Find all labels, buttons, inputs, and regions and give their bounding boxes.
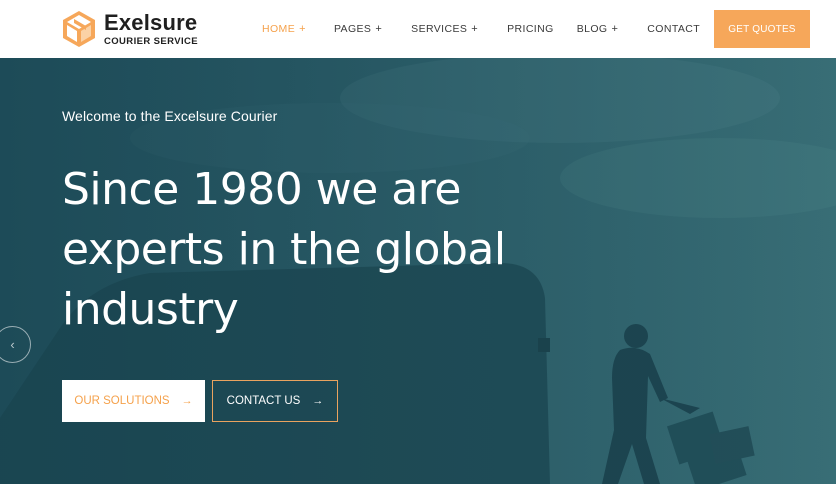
nav-label-services: SERVICES: [411, 23, 468, 35]
contact-us-button[interactable]: CONTACT US →: [212, 380, 338, 422]
our-solutions-button[interactable]: OUR SOLUTIONS →: [62, 380, 205, 422]
arrow-right-icon: →: [312, 395, 324, 407]
nav-label-contact: CONTACT: [647, 23, 701, 35]
plus-icon: +: [299, 23, 306, 35]
nav-item-home[interactable]: HOME +: [262, 23, 306, 35]
our-solutions-label: OUR SOLUTIONS: [74, 395, 170, 407]
nav-label-pages: PAGES: [333, 23, 372, 35]
hero-headline: Since 1980 we are experts in the global …: [62, 160, 522, 340]
brand-logo[interactable]: Exelsure COURIER SERVICE: [62, 10, 198, 48]
brand-tagline: COURIER SERVICE: [104, 35, 198, 47]
hero-headline-line: experts in the global: [62, 224, 506, 275]
nav-item-blog[interactable]: BLOG +: [577, 23, 619, 35]
hero-headline-line: industry: [62, 284, 239, 335]
nav-item-pages[interactable]: PAGES +: [334, 23, 382, 35]
get-quotes-button[interactable]: GET QUOTES: [714, 10, 810, 48]
nav-item-pricing[interactable]: PRICING: [507, 23, 554, 35]
plus-icon: +: [375, 23, 383, 35]
nav-label-home: HOME: [262, 23, 296, 35]
nav-item-contact[interactable]: CONTACT: [647, 23, 700, 35]
site-header: Exelsure COURIER SERVICE HOME + PAGES + …: [0, 0, 836, 58]
main-nav: HOME + PAGES + SERVICES + PRICING BLOG +…: [262, 0, 700, 58]
hero-headline-line: Since 1980 we are: [62, 164, 461, 215]
plus-icon: +: [471, 23, 479, 35]
contact-us-label: CONTACT US: [226, 395, 301, 407]
nav-item-services[interactable]: SERVICES +: [411, 23, 478, 35]
hero-banner: Welcome to the Excelsure Courier Since 1…: [0, 58, 836, 484]
nav-label-blog: BLOG: [576, 23, 608, 35]
plus-icon: +: [611, 23, 619, 35]
arrow-right-icon: →: [181, 395, 193, 407]
box-logo-icon: [63, 11, 95, 47]
hero-welcome-text: Welcome to the Excelsure Courier: [62, 108, 278, 124]
brand-name: Exelsure: [104, 9, 198, 35]
nav-label-pricing: PRICING: [507, 23, 554, 35]
chevron-left-icon: ‹: [10, 337, 15, 352]
